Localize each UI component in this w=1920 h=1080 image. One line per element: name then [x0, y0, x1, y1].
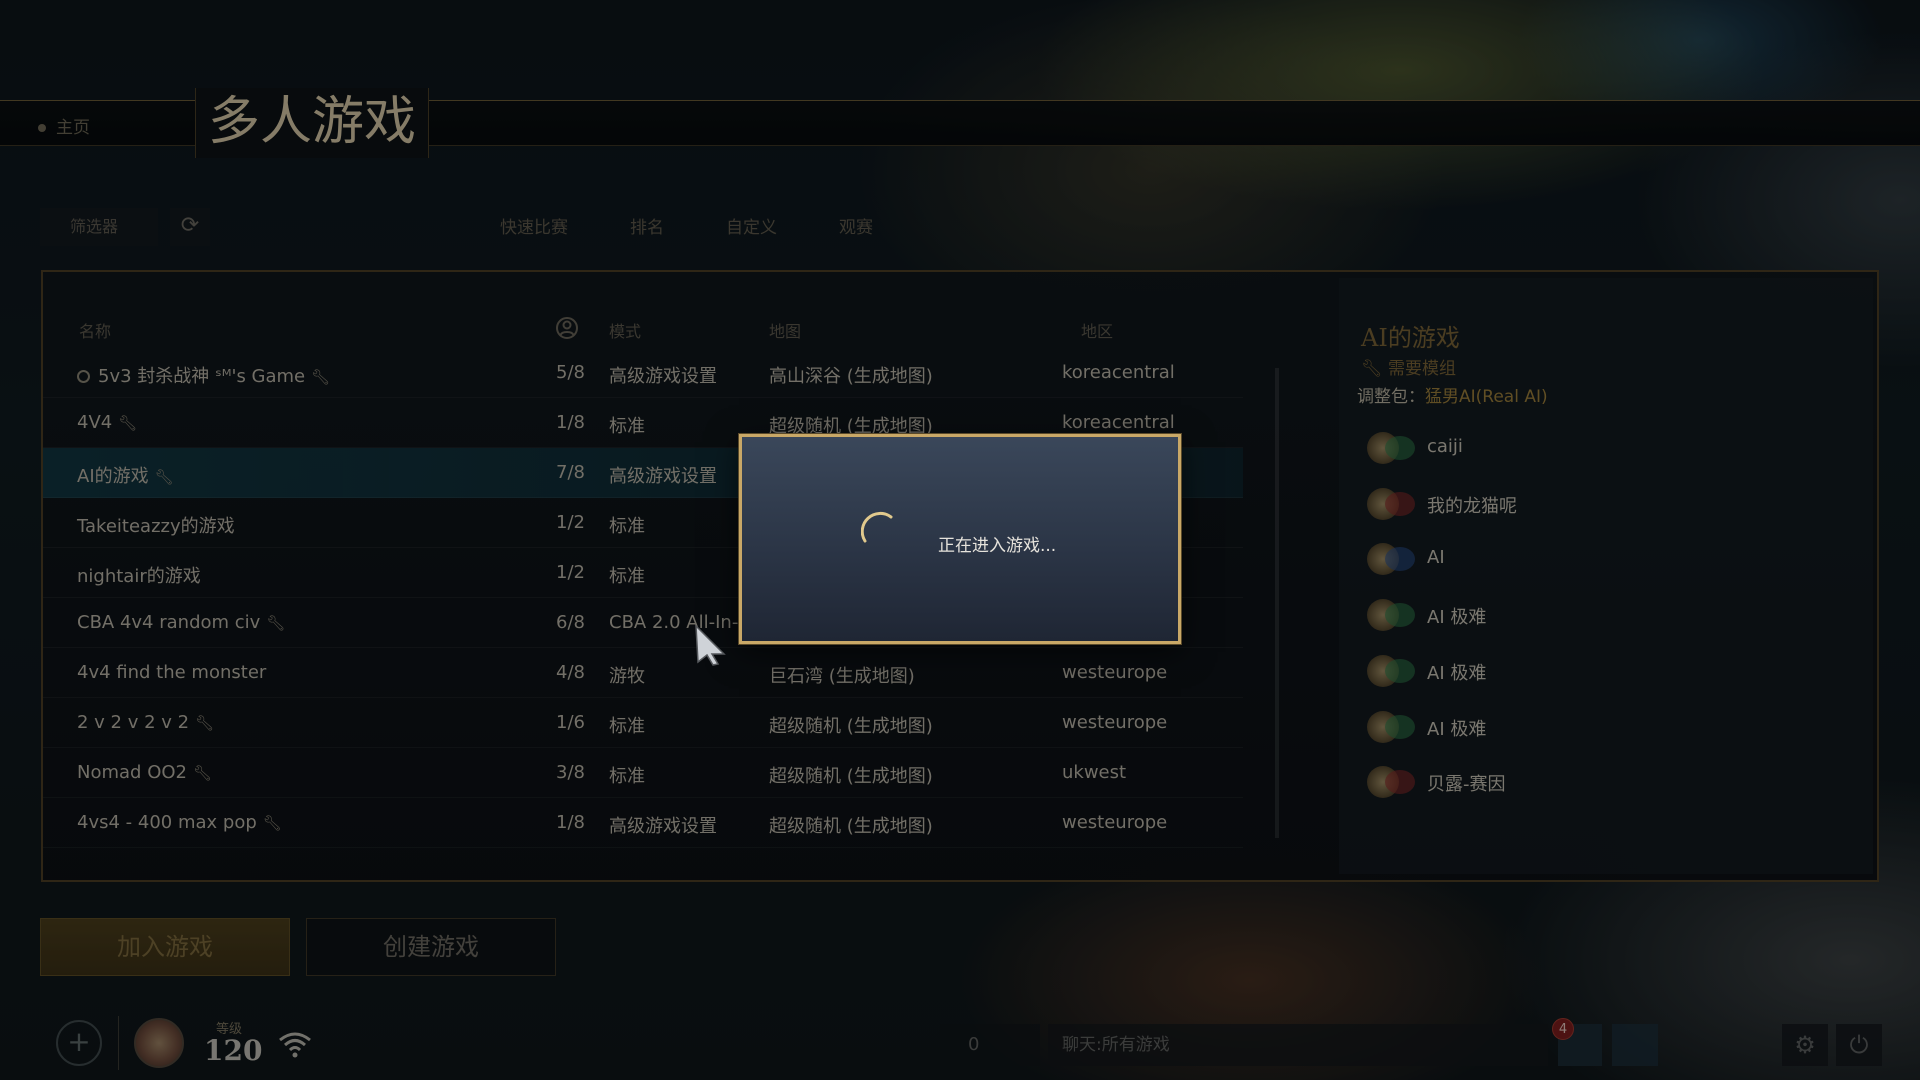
- screen: 主页 快速比赛 排名 自定义 观赛 多人游戏 筛选器 ⟳ 名称 模式 地图 地区…: [0, 0, 1920, 1080]
- loading-spinner-icon: [861, 512, 893, 543]
- loading-message: 正在进入游戏...: [938, 536, 1057, 556]
- loading-dialog: 正在进入游戏...: [739, 434, 1181, 644]
- mouse-cursor-icon: [695, 624, 726, 666]
